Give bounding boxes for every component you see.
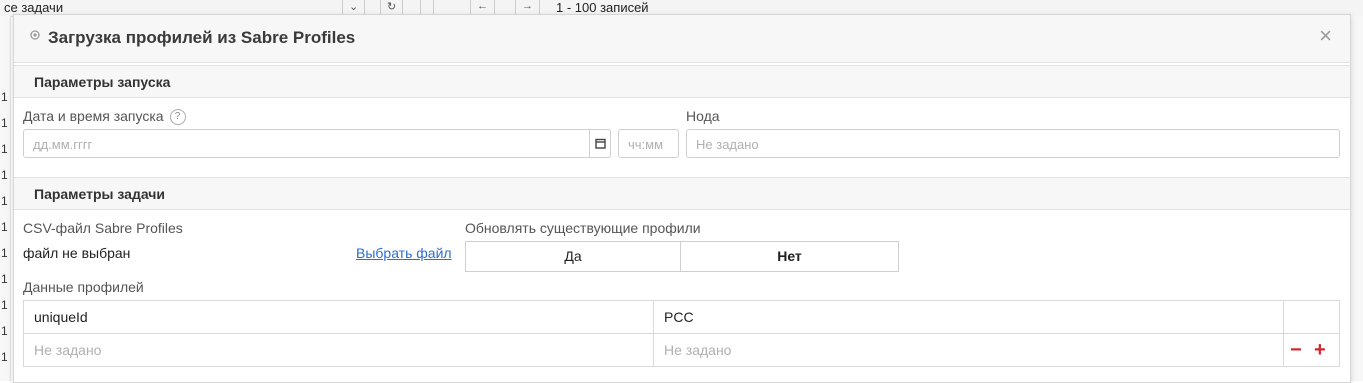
launch-date-label-text: Дата и время запуска <box>23 108 164 124</box>
table-header-pcc: PCC <box>653 300 1284 334</box>
row-number: 1 <box>1 220 8 234</box>
csv-file-label: CSV-файл Sabre Profiles <box>23 220 183 236</box>
node-input[interactable]: Не задано <box>686 129 1340 158</box>
pcc-input[interactable]: Не задано <box>653 333 1284 367</box>
row-actions-cell: − + <box>1283 333 1340 367</box>
row-number: 1 <box>1 350 8 364</box>
update-profiles-label: Обновлять существующие профили <box>465 220 701 236</box>
row-number: 1 <box>1 272 8 286</box>
forward-arrow-icon[interactable]: → <box>515 0 540 14</box>
remove-row-icon[interactable]: − <box>1290 340 1302 360</box>
row-number: 1 <box>1 90 8 104</box>
row-number: 1 <box>1 324 8 338</box>
choose-file-link[interactable]: Выбрать файл <box>356 245 452 261</box>
toggle-yes-button[interactable]: Да <box>465 241 681 272</box>
launch-date-label: Дата и время запуска? <box>23 108 186 126</box>
chevron-down-icon[interactable]: ⌄ <box>342 0 366 14</box>
background-breadcrumb: се задачи <box>4 0 64 15</box>
background-scrollbar[interactable] <box>1350 16 1363 381</box>
profiles-data-label: Данные профилей <box>23 279 144 295</box>
task-params-section-header: Параметры задачи <box>14 177 1350 210</box>
background-row-numbers: 1 1 1 1 1 1 1 1 1 1 1 <box>0 16 11 381</box>
row-number: 1 <box>1 168 8 182</box>
toolbar-icon[interactable] <box>420 0 434 14</box>
calendar-button[interactable] <box>589 129 611 158</box>
help-icon[interactable]: ? <box>169 109 186 126</box>
launch-params-section-header: Параметры запуска <box>14 65 1350 98</box>
table-header-actions <box>1283 300 1340 334</box>
back-arrow-icon[interactable]: ← <box>470 0 495 14</box>
row-number: 1 <box>1 142 8 156</box>
table-header-uniqueid: uniqueId <box>23 300 654 334</box>
calendar-icon <box>595 138 606 149</box>
row-number: 1 <box>1 246 8 260</box>
toggle-no-button[interactable]: Нет <box>680 241 899 272</box>
records-count: 1 - 100 записей <box>556 0 649 15</box>
launch-date-input[interactable]: дд.мм.гггг <box>23 129 611 158</box>
time-placeholder: чч:мм <box>628 137 664 152</box>
upload-profiles-dialog: Загрузка профилей из Sabre Profiles × Па… <box>13 14 1351 383</box>
section-title: Параметры задачи <box>34 186 166 202</box>
node-label: Нода <box>686 108 720 124</box>
file-status: файл не выбран <box>23 245 131 261</box>
launch-time-input[interactable]: чч:мм <box>618 129 679 158</box>
eye-icon <box>30 30 40 40</box>
uniqueid-input[interactable]: Не задано <box>23 333 654 367</box>
row-number: 1 <box>1 194 8 208</box>
section-title: Параметры запуска <box>34 74 171 90</box>
close-icon[interactable]: × <box>1319 25 1332 47</box>
add-row-icon[interactable]: + <box>1314 340 1326 360</box>
dialog-title: Загрузка профилей из Sabre Profiles <box>48 28 356 47</box>
refresh-icon[interactable]: ↻ <box>380 0 404 14</box>
row-number: 1 <box>1 116 8 130</box>
node-placeholder: Не задано <box>696 137 759 152</box>
dialog-header: Загрузка профилей из Sabre Profiles × <box>14 15 1350 63</box>
row-number: 1 <box>1 298 8 312</box>
date-placeholder: дд.мм.гггг <box>33 137 93 152</box>
